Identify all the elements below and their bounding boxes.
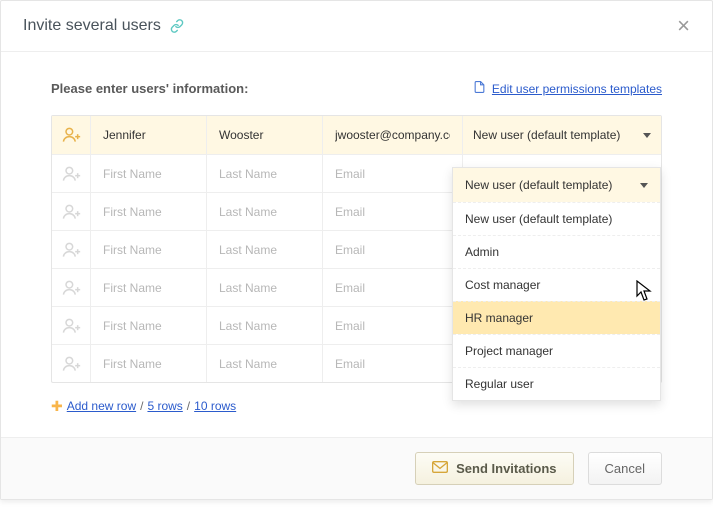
ten-rows-link[interactable]: 10 rows <box>194 399 236 413</box>
add-person-icon <box>61 316 81 336</box>
last-name-input[interactable] <box>217 318 312 334</box>
add-person-icon <box>61 202 81 222</box>
template-label: New user (default template) <box>473 128 620 142</box>
close-button[interactable]: × <box>675 15 692 37</box>
chevron-down-icon <box>643 133 651 138</box>
dropdown-selected-label: New user (default template) <box>465 178 612 192</box>
template-dropdown[interactable]: New user (default template) New user (de… <box>452 167 661 401</box>
last-name-input[interactable] <box>217 166 312 182</box>
template-cell[interactable]: New user (default template) <box>462 116 661 154</box>
email-input[interactable] <box>333 280 452 296</box>
first-name-input[interactable] <box>101 127 196 143</box>
email-input[interactable] <box>333 204 452 220</box>
modal-title: Invite several users <box>23 17 185 35</box>
modal-footer: Send Invitations Cancel <box>1 437 712 499</box>
five-rows-link[interactable]: 5 rows <box>147 399 182 413</box>
last-name-input[interactable] <box>217 356 312 372</box>
email-cell <box>322 116 462 154</box>
first-name-input[interactable] <box>101 166 196 182</box>
add-row-link[interactable]: Add new row <box>67 399 136 413</box>
first-name-cell <box>90 116 206 154</box>
email-input[interactable] <box>333 356 452 372</box>
last-name-cell <box>206 116 322 154</box>
email-input[interactable] <box>333 127 452 143</box>
row-icon-cell <box>52 155 90 192</box>
first-name-input[interactable] <box>101 318 196 334</box>
add-person-icon <box>61 164 81 184</box>
table-row: New user (default template) <box>52 116 661 154</box>
dropdown-option[interactable]: HR manager <box>453 301 660 334</box>
add-person-icon <box>61 240 81 260</box>
plus-icon: ✚ <box>51 399 63 413</box>
first-name-input[interactable] <box>101 280 196 296</box>
instruction-row: Please enter users' information: Edit us… <box>51 80 662 97</box>
cancel-label: Cancel <box>605 461 645 476</box>
chevron-down-icon <box>640 183 648 188</box>
row-icon-cell <box>52 116 90 154</box>
send-invitations-button[interactable]: Send Invitations <box>415 452 573 485</box>
first-name-input[interactable] <box>101 204 196 220</box>
last-name-input[interactable] <box>217 242 312 258</box>
email-input[interactable] <box>333 318 452 334</box>
first-name-input[interactable] <box>101 356 196 372</box>
add-person-icon <box>61 278 81 298</box>
dropdown-option[interactable]: New user (default template) <box>453 202 660 235</box>
first-name-input[interactable] <box>101 242 196 258</box>
edit-templates-label: Edit user permissions templates <box>492 82 662 96</box>
dropdown-selected[interactable]: New user (default template) <box>453 168 660 202</box>
last-name-input[interactable] <box>217 280 312 296</box>
document-icon <box>473 80 486 97</box>
modal-header: Invite several users × <box>1 1 712 52</box>
last-name-input[interactable] <box>217 127 312 143</box>
dropdown-options: New user (default template) Admin Cost m… <box>453 202 660 400</box>
dropdown-option[interactable]: Regular user <box>453 367 660 400</box>
row-links: ✚ Add new row / 5 rows / 10 rows <box>51 399 662 413</box>
dropdown-option[interactable]: Admin <box>453 235 660 268</box>
add-person-icon <box>61 354 81 374</box>
envelope-icon <box>432 461 448 476</box>
email-input[interactable] <box>333 242 452 258</box>
email-input[interactable] <box>333 166 452 182</box>
edit-templates-link[interactable]: Edit user permissions templates <box>473 80 662 97</box>
add-person-icon <box>61 125 81 145</box>
dropdown-option[interactable]: Project manager <box>453 334 660 367</box>
instruction-text: Please enter users' information: <box>51 81 248 96</box>
cancel-button[interactable]: Cancel <box>588 452 662 485</box>
dropdown-option[interactable]: Cost manager <box>453 268 660 301</box>
send-label: Send Invitations <box>456 461 556 476</box>
link-icon <box>169 19 185 33</box>
last-name-input[interactable] <box>217 204 312 220</box>
modal-title-text: Invite several users <box>23 17 161 35</box>
